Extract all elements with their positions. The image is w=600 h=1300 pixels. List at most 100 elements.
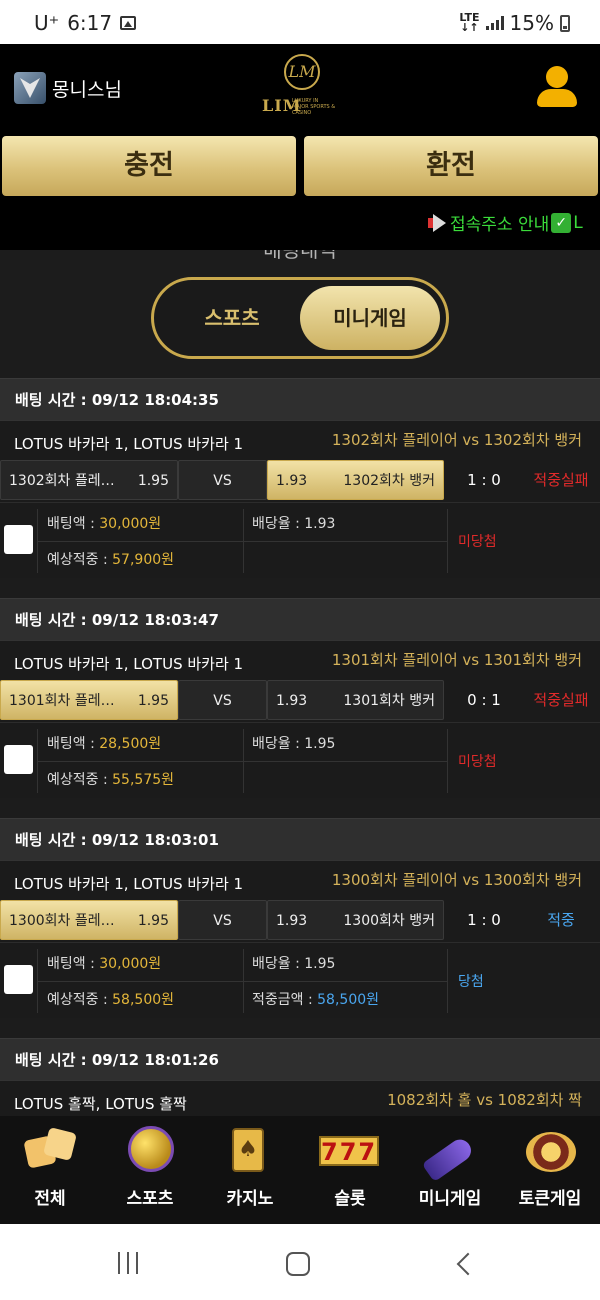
rocket-icon	[421, 1124, 478, 1183]
category-toggle: 스포츠 미니게임	[151, 277, 449, 359]
bet-time: 배팅 시간 : 09/12 18:04:35	[0, 378, 600, 420]
game-name: LOTUS 홀짝, LOTUS 홀짝	[14, 1095, 187, 1113]
outcome-label: 당첨	[458, 974, 484, 990]
expected-win: 예상적중 : 57,900원	[47, 552, 175, 568]
result-badge: 적중실패	[533, 471, 589, 489]
charge-button[interactable]: 충전	[2, 136, 296, 196]
playing-card-icon: ♠	[222, 1124, 278, 1178]
bet-card: 배팅 시간 : 09/12 18:01:26 LOTUS 홀짝, LOTUS 홀…	[0, 1038, 600, 1120]
expected-win: 예상적중 : 55,575원	[47, 772, 175, 788]
bet-game-row: LOTUS 바카라 1, LOTUS 바카라 1 1301회차 플레이어 vs …	[0, 640, 600, 680]
home-pick[interactable]: 1302회차 플레… 1.95	[0, 460, 178, 500]
bet-amount: 배팅액 : 28,500원	[47, 736, 162, 752]
score: 1 : 0	[467, 471, 501, 489]
result-badge: 적중	[547, 911, 575, 929]
bet-card: 배팅 시간 : 09/12 18:03:47 LOTUS 바카라 1, LOTU…	[0, 598, 600, 798]
pick-row: 1301회차 플레… 1.95 VS 1.93 1301회차 뱅커 0 : 1 적중…	[0, 680, 600, 722]
game-name: LOTUS 바카라 1, LOTUS 바카라 1	[14, 655, 244, 673]
select-checkbox[interactable]	[4, 745, 33, 774]
nav-item-all[interactable]: 전체	[0, 1124, 100, 1209]
user-info[interactable]: 몽니스님	[14, 72, 122, 104]
carrier-label: U⁺	[34, 11, 60, 35]
signal-icon	[485, 16, 504, 30]
odds: 배당율 : 1.93	[252, 516, 336, 532]
check-mark-icon: ✓	[551, 212, 572, 233]
section-title: 배팅내역	[0, 250, 600, 260]
soccer-ball-icon	[122, 1124, 178, 1178]
notice-tail: L	[573, 212, 583, 233]
pick-row: 1300회차 플레… 1.95 VS 1.93 1300회차 뱅커 1 : 0 적중	[0, 900, 600, 942]
odds: 배당율 : 1.95	[252, 956, 336, 972]
slot-777-icon: 777	[319, 1136, 379, 1166]
vs-label: VS	[178, 900, 267, 940]
pick-row: 1302회차 플레… 1.95 VS 1.93 1302회차 뱅커 1 : 0 적중…	[0, 460, 600, 502]
tab-minigame[interactable]: 미니게임	[300, 286, 440, 350]
vs-label: VS	[178, 680, 267, 720]
nav-item-minigame[interactable]: 미니게임	[400, 1124, 500, 1209]
recents-icon[interactable]	[118, 1252, 138, 1274]
bet-time: 배팅 시간 : 09/12 18:01:26	[0, 1038, 600, 1080]
bet-time: 배팅 시간 : 09/12 18:03:01	[0, 818, 600, 860]
profile-icon[interactable]	[533, 64, 579, 110]
bottom-nav: 전체 스포츠 ♠ 카지노 777 슬롯 미니게임 토큰게임	[0, 1116, 600, 1224]
game-name: LOTUS 바카라 1, LOTUS 바카라 1	[14, 875, 244, 893]
bet-detail: 배팅액 : 28,500원 예상적중 : 55,575원 배당율 : 1.95 …	[0, 722, 600, 798]
away-pick[interactable]: 1.93 1301회차 뱅커	[267, 680, 444, 720]
win-amount: 적중금액 : 58,500원	[252, 992, 380, 1008]
dice-icon	[22, 1124, 78, 1178]
notice-ticker[interactable]: 접속주소 안내 ✓ L	[426, 210, 583, 235]
rank-badge-icon	[14, 72, 46, 104]
screen: U⁺ 6:17 LTE ↓↑ 15% 몽니스님 LM LIM LUXURY IN …	[0, 0, 600, 1300]
bet-amount: 배팅액 : 30,000원	[47, 956, 162, 972]
username: 몽니스님	[52, 78, 122, 101]
matchup: 1300회차 플레이어 vs 1300회차 뱅커	[331, 871, 582, 889]
matchup: 1302회차 플레이어 vs 1302회차 뱅커	[331, 431, 582, 449]
select-checkbox[interactable]	[4, 525, 33, 554]
bet-game-row: LOTUS 홀짝, LOTUS 홀짝 1082회차 홀 vs 1082회차 짝	[0, 1080, 600, 1120]
bet-amount: 배팅액 : 30,000원	[47, 516, 162, 532]
tab-sports[interactable]: 스포츠	[162, 286, 302, 350]
nav-item-sports[interactable]: 스포츠	[100, 1124, 200, 1209]
bet-detail: 배팅액 : 30,000원 예상적중 : 57,900원 배당율 : 1.93 …	[0, 502, 600, 578]
logo-tagline: LUXURY IN MAJOR SPORTS & CASINO	[292, 98, 336, 116]
back-icon[interactable]	[456, 1252, 480, 1276]
expected-win: 예상적중 : 58,500원	[47, 992, 175, 1008]
bet-card: 배팅 시간 : 09/12 18:03:01 LOTUS 바카라 1, LOTU…	[0, 818, 600, 1018]
result-badge: 적중실패	[533, 691, 589, 709]
game-name: LOTUS 바카라 1, LOTUS 바카라 1	[14, 435, 244, 453]
vs-label: VS	[178, 460, 267, 500]
bet-card: 배팅 시간 : 09/12 18:04:35 LOTUS 바카라 1, LOTU…	[0, 378, 600, 578]
bet-game-row: LOTUS 바카라 1, LOTUS 바카라 1 1300회차 플레이어 vs …	[0, 860, 600, 900]
home-pick[interactable]: 1301회차 플레… 1.95	[0, 680, 178, 720]
matchup: 1082회차 홀 vs 1082회차 짝	[387, 1091, 582, 1109]
home-icon[interactable]	[286, 1252, 310, 1276]
battery-icon	[560, 14, 570, 32]
clock: 6:17	[67, 11, 113, 35]
lte-icon: LTE ↓↑	[459, 11, 480, 34]
image-notification-icon	[120, 16, 137, 30]
app-header: 몽니스님 LM LIM LUXURY IN MAJOR SPORTS & CAS…	[0, 44, 600, 250]
select-checkbox[interactable]	[4, 965, 33, 994]
matchup: 1301회차 플레이어 vs 1301회차 뱅커	[331, 651, 582, 669]
away-pick[interactable]: 1.93 1302회차 뱅커	[267, 460, 444, 500]
site-logo[interactable]: LM LIM LUXURY IN MAJOR SPORTS & CASINO	[258, 52, 348, 122]
outcome-label: 미당첨	[458, 754, 497, 770]
outcome-label: 미당첨	[458, 534, 497, 550]
bet-detail: 배팅액 : 30,000원 예상적중 : 58,500원 배당율 : 1.95 …	[0, 942, 600, 1018]
roulette-icon	[522, 1124, 578, 1178]
system-nav-bar	[0, 1224, 600, 1300]
nav-item-casino[interactable]: ♠ 카지노	[200, 1124, 300, 1209]
exchange-button[interactable]: 환전	[304, 136, 598, 196]
nav-item-token[interactable]: 토큰게임	[500, 1124, 600, 1209]
bet-time: 배팅 시간 : 09/12 18:03:47	[0, 598, 600, 640]
logo-monogram-icon: LM	[284, 54, 320, 90]
score: 1 : 0	[467, 911, 501, 929]
bet-game-row: LOTUS 바카라 1, LOTUS 바카라 1 1302회차 플레이어 vs …	[0, 420, 600, 460]
nav-item-slot[interactable]: 777 슬롯	[300, 1124, 400, 1209]
battery-percent: 15%	[509, 11, 554, 35]
status-bar: U⁺ 6:17 LTE ↓↑ 15%	[0, 0, 600, 44]
notice-text: 접속주소 안내	[450, 215, 550, 235]
away-pick[interactable]: 1.93 1300회차 뱅커	[267, 900, 444, 940]
megaphone-icon	[426, 213, 448, 232]
home-pick[interactable]: 1300회차 플레… 1.95	[0, 900, 178, 940]
